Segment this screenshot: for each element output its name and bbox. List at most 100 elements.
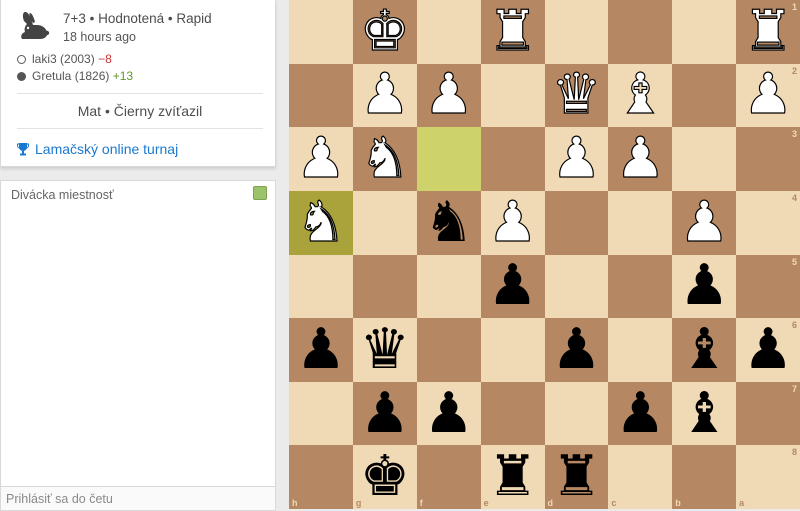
player-white[interactable]: laki3 (2003) −8: [17, 52, 112, 66]
square-g4[interactable]: [352, 190, 417, 255]
square-f5[interactable]: [416, 254, 481, 319]
square-c1[interactable]: [608, 0, 673, 64]
square-f2[interactable]: ♟: [416, 63, 481, 128]
chat-input[interactable]: [1, 487, 275, 510]
black-pawn-icon[interactable]: ♟: [487, 258, 537, 314]
square-c4[interactable]: [608, 190, 673, 255]
black-bishop-icon[interactable]: ♝: [679, 385, 729, 442]
square-h7[interactable]: [289, 381, 353, 446]
square-b2[interactable]: [672, 63, 737, 128]
square-g6[interactable]: ♛: [352, 318, 417, 382]
black-pawn-icon[interactable]: ♟: [615, 385, 665, 442]
square-g2[interactable]: ♟: [352, 63, 417, 128]
square-e8[interactable]: ♜ e: [480, 445, 545, 509]
square-d4[interactable]: [544, 190, 609, 255]
square-b1[interactable]: [672, 0, 737, 64]
black-pawn-icon[interactable]: ♟: [679, 258, 729, 314]
black-pawn-icon[interactable]: ♟: [551, 321, 601, 378]
square-d7[interactable]: [544, 381, 609, 446]
square-d2[interactable]: ♛: [544, 63, 609, 128]
square-b6[interactable]: ♝: [672, 318, 737, 382]
black-queen-icon[interactable]: ♛: [360, 321, 410, 378]
square-h2[interactable]: [289, 63, 353, 128]
chat-input-box[interactable]: [1, 486, 275, 510]
square-h5[interactable]: [289, 254, 353, 319]
square-e1[interactable]: ♜: [480, 0, 545, 64]
square-d8[interactable]: ♜ d: [544, 445, 609, 509]
square-a7[interactable]: 7: [736, 381, 800, 446]
square-a2[interactable]: ♟ 2: [736, 63, 800, 128]
square-e5[interactable]: ♟: [480, 254, 545, 319]
black-pawn-icon[interactable]: ♟: [424, 385, 474, 442]
white-rook-icon[interactable]: ♜: [742, 3, 793, 60]
square-g1[interactable]: ♚: [352, 0, 417, 64]
square-c5[interactable]: [608, 254, 673, 319]
square-a6[interactable]: ♟ 6: [736, 318, 800, 382]
black-king-icon[interactable]: ♚: [360, 449, 410, 505]
black-bishop-icon[interactable]: ♝: [679, 321, 729, 378]
square-f1[interactable]: [416, 0, 481, 64]
square-e2[interactable]: [480, 63, 545, 128]
tournament-name[interactable]: Lamačský online turnaj: [35, 141, 178, 157]
square-d1[interactable]: [544, 0, 609, 64]
black-rook-icon[interactable]: ♜: [551, 449, 601, 505]
square-f8[interactable]: f: [416, 445, 481, 509]
square-c3[interactable]: ♟: [608, 127, 673, 191]
square-e4[interactable]: ♟: [480, 190, 545, 255]
black-rook-icon[interactable]: ♜: [487, 449, 537, 505]
white-king-icon[interactable]: ♚: [359, 3, 410, 60]
square-g8[interactable]: ♚ g: [352, 445, 417, 509]
square-h8[interactable]: h: [289, 445, 353, 509]
white-knight-icon[interactable]: ♞: [359, 130, 410, 187]
square-b4[interactable]: ♟: [672, 190, 737, 255]
white-bishop-icon[interactable]: ♝: [615, 66, 666, 123]
black-pawn-icon[interactable]: ♟: [360, 385, 410, 442]
square-g7[interactable]: ♟: [352, 381, 417, 446]
square-f7[interactable]: ♟: [416, 381, 481, 446]
white-queen-icon[interactable]: ♛: [551, 66, 602, 123]
white-rook-icon[interactable]: ♜: [487, 3, 538, 60]
square-a5[interactable]: 5: [736, 254, 800, 319]
square-b8[interactable]: b: [672, 445, 737, 509]
player-black[interactable]: Gretula (1826) +13: [17, 69, 133, 83]
player-name[interactable]: laki3: [32, 52, 57, 66]
white-pawn-icon[interactable]: ♟: [423, 66, 474, 123]
square-d3[interactable]: ♟: [544, 127, 609, 191]
chess-board[interactable]: ♚ ♜ ♜ 1 ♟ ♟ ♛ ♝ ♟ 2 ♟ ♞ ♟ ♟ 3 ♞ ♞ ♟ ♟ 4 ♟ ♟ 5 ♟ ♛ ♟ ♝ ♟ 6 ♟ ♟ ♟ ♝ 7 h ♚ g f ♜ e…: [289, 0, 800, 509]
square-b3[interactable]: [672, 127, 737, 191]
square-c2[interactable]: ♝: [608, 63, 673, 128]
white-pawn-icon[interactable]: ♟: [551, 130, 602, 187]
square-g3[interactable]: ♞: [352, 127, 417, 191]
white-knight-icon[interactable]: ♞: [295, 194, 346, 251]
white-pawn-icon[interactable]: ♟: [359, 66, 410, 123]
square-c7[interactable]: ♟: [608, 381, 673, 446]
square-e7[interactable]: [480, 381, 545, 446]
square-a3[interactable]: 3: [736, 127, 800, 191]
tournament-link[interactable]: Lamačský online turnaj: [17, 141, 178, 157]
square-f6[interactable]: [416, 318, 481, 382]
chat-toggle-checkbox[interactable]: [253, 186, 267, 200]
square-b7[interactable]: ♝: [672, 381, 737, 446]
square-b5[interactable]: ♟: [672, 254, 737, 319]
square-a4[interactable]: 4: [736, 190, 800, 255]
white-pawn-icon[interactable]: ♟: [615, 130, 666, 187]
player-name[interactable]: Gretula: [32, 69, 71, 83]
white-pawn-icon[interactable]: ♟: [487, 194, 538, 251]
square-a8[interactable]: 8a: [736, 445, 800, 509]
square-g5[interactable]: [352, 254, 417, 319]
black-pawn-icon[interactable]: ♟: [743, 321, 793, 378]
square-c6[interactable]: [608, 318, 673, 382]
square-h6[interactable]: ♟: [289, 318, 353, 382]
square-e6[interactable]: [480, 318, 545, 382]
square-f3[interactable]: [416, 127, 481, 191]
square-a1[interactable]: ♜ 1: [736, 0, 800, 64]
square-h1[interactable]: [289, 0, 353, 64]
square-c8[interactable]: c: [608, 445, 673, 509]
square-d6[interactable]: ♟: [544, 318, 609, 382]
square-f4[interactable]: ♞: [416, 190, 481, 255]
black-pawn-icon[interactable]: ♟: [296, 321, 346, 378]
white-pawn-icon[interactable]: ♟: [742, 66, 793, 123]
square-h3[interactable]: ♟: [289, 127, 353, 191]
white-pawn-icon[interactable]: ♟: [295, 130, 346, 187]
square-d5[interactable]: [544, 254, 609, 319]
